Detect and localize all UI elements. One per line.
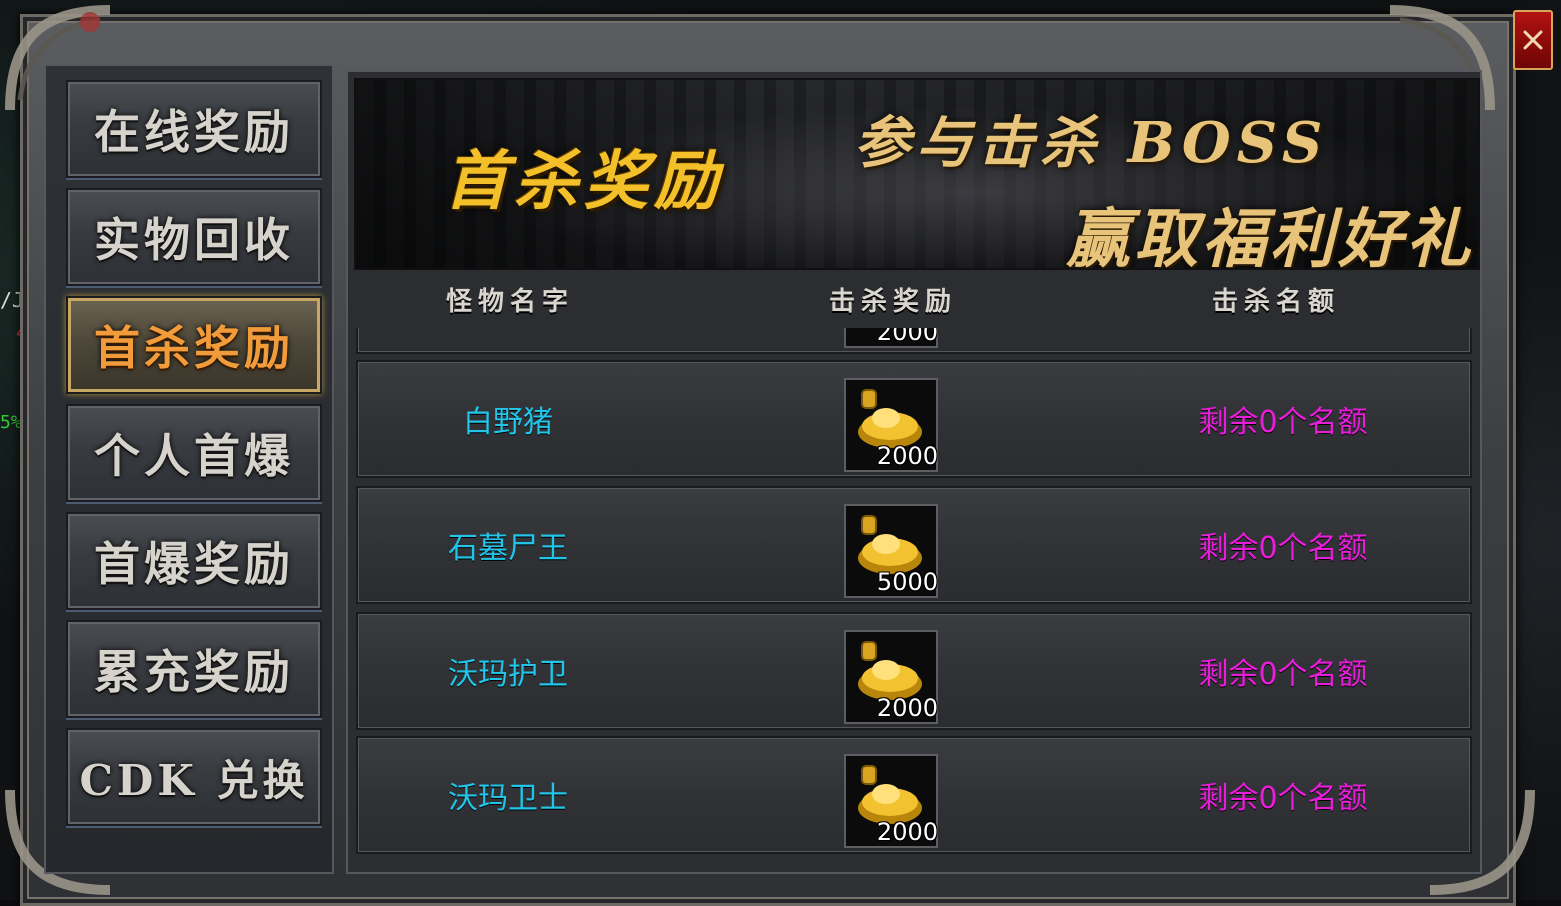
hud-text-3: 5%: [0, 412, 22, 433]
tab-online-reward[interactable]: 在线奖励: [66, 80, 322, 178]
tab-label: 累充奖励: [94, 645, 294, 699]
quota-remaining: 剩余0个名额: [1198, 657, 1368, 692]
monster-list[interactable]: 2000 白野猪 2000 剩余0个名额 石墓尸王 5000 剩余0个名额 沃玛…: [354, 328, 1476, 856]
table-row: 沃玛卫士 2000 剩余0个名额: [356, 736, 1472, 854]
reward-amount: 2000: [876, 818, 938, 846]
table-row: 白野猪 2000 剩余0个名额: [356, 360, 1472, 478]
tab-personal-first-drop[interactable]: 个人首爆: [66, 404, 322, 502]
header-kill-reward: 击杀奖励: [828, 286, 957, 317]
table-row: 石墓尸王 5000 剩余0个名额: [356, 486, 1472, 604]
banner-title: 首杀奖励: [444, 144, 724, 219]
close-button[interactable]: [1513, 10, 1553, 70]
monster-name: 石墓尸王: [448, 531, 568, 566]
quota-remaining: 剩余0个名额: [1198, 405, 1368, 440]
quota-remaining: 剩余0个名额: [1198, 781, 1368, 816]
reward-item[interactable]: 2000: [844, 630, 938, 724]
monster-name: 沃玛护卫: [448, 657, 568, 692]
tab-item-recycle[interactable]: 实物回收: [66, 188, 322, 286]
tab-label: 在线奖励: [94, 105, 294, 159]
reward-amount: 2000: [876, 328, 938, 346]
tab-first-drop-reward[interactable]: 首爆奖励: [66, 512, 322, 610]
table-row: 沃玛护卫 2000 剩余0个名额: [356, 612, 1472, 730]
reward-item[interactable]: 2000: [844, 378, 938, 472]
reward-item[interactable]: 2000: [844, 754, 938, 848]
tab-label: 首爆奖励: [94, 537, 294, 591]
header-kill-quota: 击杀名额: [1211, 286, 1340, 317]
quota-remaining: 剩余0个名额: [1198, 531, 1368, 566]
monster-name: 白野猪: [463, 405, 553, 440]
banner-slogan-2: 赢取福利好礼: [1066, 202, 1474, 270]
close-icon: [1523, 30, 1543, 50]
tab-recharge-reward[interactable]: 累充奖励: [66, 620, 322, 718]
tab-label: 实物回收: [94, 213, 294, 267]
tab-label: 个人首爆: [94, 429, 294, 483]
tab-label: 首杀奖励: [94, 321, 294, 375]
table-row: 2000: [356, 328, 1472, 354]
reward-amount: 2000: [876, 442, 938, 470]
event-banner: 首杀奖励 参与击杀 BOSS 赢取福利好礼: [354, 78, 1480, 270]
header-monster-name: 怪物名字: [445, 286, 574, 317]
monster-name: 沃玛卫士: [448, 781, 568, 816]
tab-label: CDK 兑换: [79, 755, 309, 805]
banner-slogan-1: 参与击杀 BOSS: [854, 110, 1329, 176]
reward-amount: 5000: [876, 568, 938, 596]
reward-amount: 2000: [876, 694, 938, 722]
reward-item[interactable]: 2000: [844, 328, 938, 348]
tab-first-kill-reward[interactable]: 首杀奖励: [66, 296, 322, 394]
reward-item[interactable]: 5000: [844, 504, 938, 598]
tab-cdk-exchange[interactable]: CDK 兑换: [66, 728, 322, 826]
